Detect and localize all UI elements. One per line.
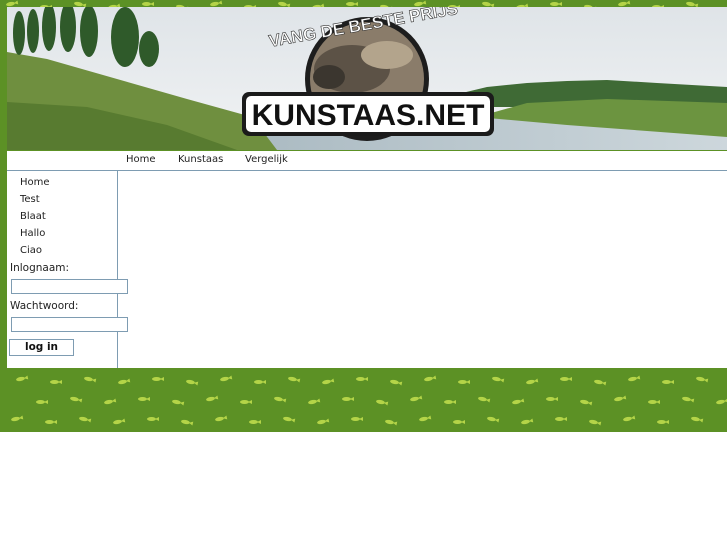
fish-shape [550, 2, 562, 6]
sidebar-item-home[interactable]: Home [20, 177, 50, 188]
fish-shape [254, 380, 266, 384]
fish-shape [560, 377, 572, 381]
fish-shape [138, 397, 150, 401]
fish-shape [45, 420, 57, 424]
fish-shape [657, 420, 669, 424]
sidebar-item-hallo[interactable]: Hallo [20, 228, 45, 239]
fish-shape [50, 380, 62, 384]
fish-shape [142, 2, 154, 6]
main-content: Home Test Blaat Hallo Ciao Inlognaam: Wa… [7, 171, 727, 368]
sidebar-item-test[interactable]: Test [20, 194, 40, 205]
fish-shape [356, 377, 368, 381]
fish-shape [444, 400, 456, 404]
sidebar: Home Test Blaat Hallo Ciao Inlognaam: Wa… [7, 171, 128, 368]
fish-shape [648, 400, 660, 404]
fish-shape [346, 2, 358, 6]
logo-text: KUNSTAAS.NET [252, 99, 485, 132]
fish-shape [662, 380, 674, 384]
fish-shape [152, 377, 164, 381]
sidebar-item-ciao[interactable]: Ciao [20, 245, 42, 256]
sidebar-item-blaat[interactable]: Blaat [20, 211, 46, 222]
fish-shape [555, 417, 567, 421]
fish-shape [36, 400, 48, 404]
fish-shape [249, 420, 261, 424]
fish-shape [351, 417, 363, 421]
fish-shape [240, 400, 252, 404]
nav-home[interactable]: Home [126, 154, 156, 165]
login-button[interactable]: log in [9, 339, 74, 356]
fish-shape [458, 380, 470, 384]
nav-vergelijk[interactable]: Vergelijk [245, 154, 288, 165]
fish-shape [546, 397, 558, 401]
fish-shape [453, 420, 465, 424]
nav-kunstaas[interactable]: Kunstaas [178, 154, 223, 165]
username-input[interactable] [11, 279, 128, 294]
username-label: Inlognaam: [10, 262, 70, 274]
password-label: Wachtwoord: [10, 300, 79, 312]
password-input[interactable] [11, 317, 128, 332]
top-navigation: Home Kunstaas Vergelijk [7, 151, 727, 171]
fish-shape [342, 397, 354, 401]
fish-shape [147, 417, 159, 421]
header-banner: KUNSTAAS.NET VANG DE BESTE PRIJS [7, 7, 727, 150]
